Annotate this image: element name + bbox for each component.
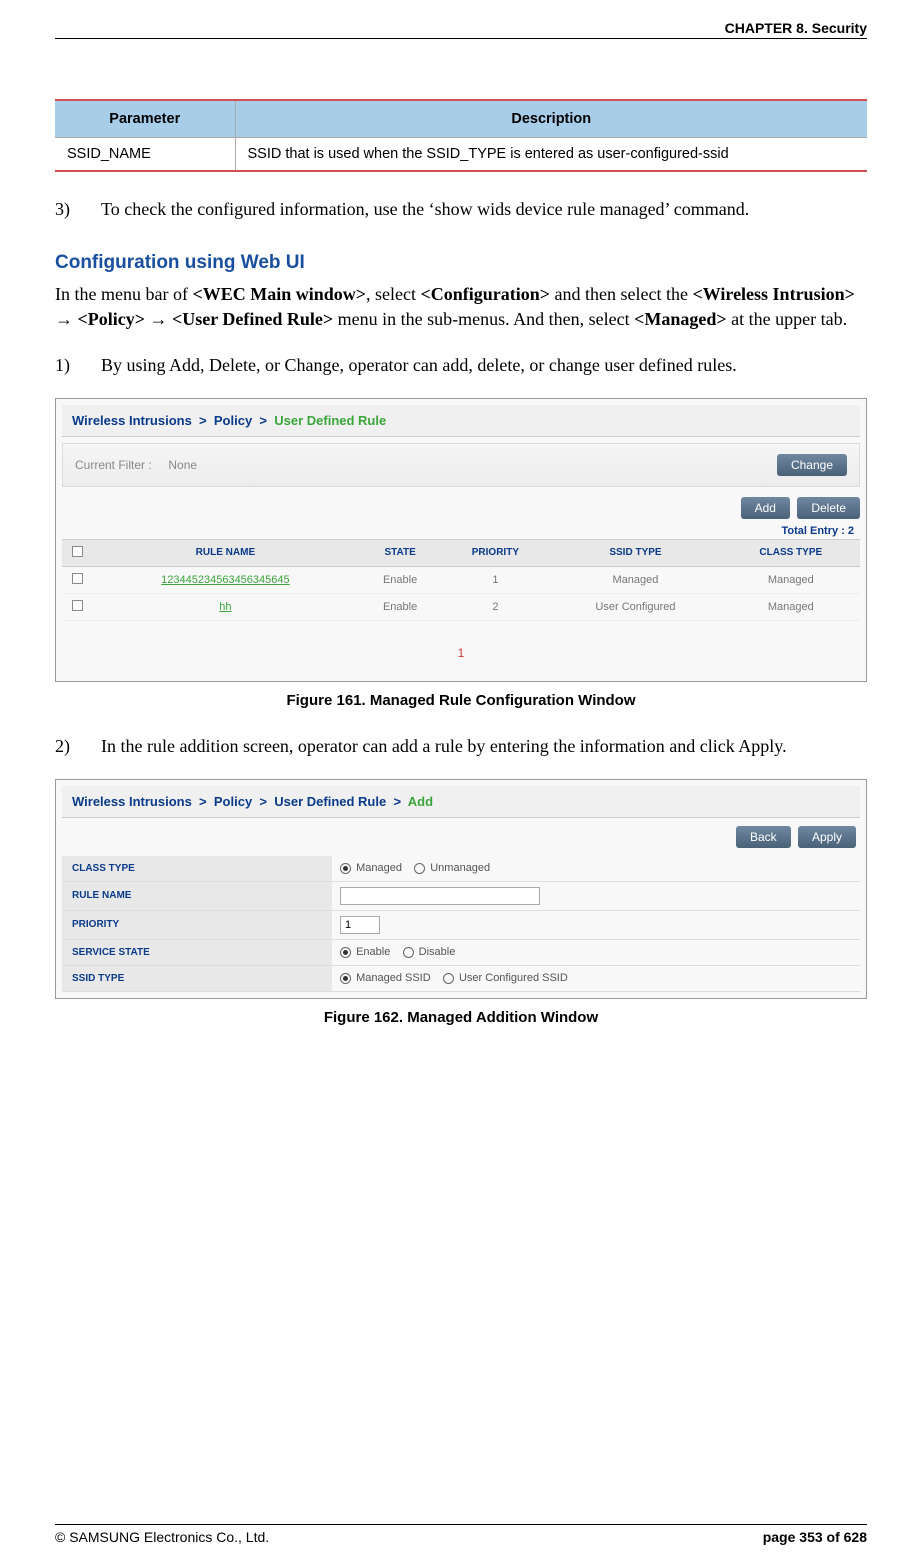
- figure-caption-1: Figure 161. Managed Rule Configuration W…: [55, 692, 867, 709]
- table-row: SSID_NAME SSID that is used when the SSI…: [55, 138, 867, 172]
- radio-icon[interactable]: [414, 863, 425, 874]
- step-2: 2) In the rule addition screen, operator…: [55, 734, 867, 759]
- col-checkbox[interactable]: [62, 539, 92, 566]
- radio-icon[interactable]: [340, 973, 351, 984]
- filter-value: None: [168, 458, 197, 472]
- cell-desc: SSID that is used when the SSID_TYPE is …: [235, 138, 867, 172]
- label-ssidtype: SSID TYPE: [62, 965, 332, 991]
- radio-icon[interactable]: [443, 973, 454, 984]
- breadcrumb: Wireless Intrusions > Policy > User Defi…: [62, 405, 860, 437]
- screenshot-managed-add: Wireless Intrusions > Policy > User Defi…: [55, 779, 867, 999]
- rule-link[interactable]: 123445234563456345645: [92, 566, 359, 593]
- priority-input[interactable]: [340, 916, 380, 934]
- page-number: page 353 of 628: [763, 1529, 867, 1545]
- section-heading: Configuration using Web UI: [55, 252, 867, 274]
- col-description: Description: [235, 100, 867, 138]
- rules-table: RULE NAME STATE PRIORITY SSID TYPE CLASS…: [62, 539, 860, 621]
- rulename-input[interactable]: [340, 887, 540, 905]
- filter-row: Current Filter : None Change: [62, 443, 860, 487]
- step-text: In the rule addition screen, operator ca…: [101, 734, 787, 759]
- step-text: By using Add, Delete, or Change, operato…: [101, 353, 737, 378]
- step-number: 1): [55, 353, 83, 378]
- apply-button[interactable]: Apply: [798, 826, 856, 848]
- col-priority: PRIORITY: [441, 539, 549, 566]
- add-form-table: CLASS TYPE Managed Unmanaged RULE NAME P…: [62, 856, 860, 992]
- copyright: © SAMSUNG Electronics Co., Ltd.: [55, 1529, 269, 1545]
- checkbox-icon[interactable]: [72, 573, 83, 584]
- label-classtype: CLASS TYPE: [62, 856, 332, 882]
- back-button[interactable]: Back: [736, 826, 791, 848]
- label-priority: PRIORITY: [62, 910, 332, 939]
- chapter-label: CHAPTER 8. Security: [725, 20, 867, 36]
- action-row: Add Delete: [62, 493, 860, 523]
- step-3: 3) To check the configured information, …: [55, 197, 867, 222]
- step-text: To check the configured information, use…: [101, 197, 749, 222]
- label-rulename: RULE NAME: [62, 881, 332, 910]
- col-rulename: RULE NAME: [92, 539, 359, 566]
- change-button[interactable]: Change: [777, 454, 847, 476]
- checkbox-icon[interactable]: [72, 600, 83, 611]
- col-state: STATE: [359, 539, 442, 566]
- total-entry: Total Entry : 2: [62, 523, 860, 539]
- table-row: 123445234563456345645 Enable 1 Managed M…: [62, 566, 860, 593]
- table-row: hh Enable 2 User Configured Managed: [62, 593, 860, 620]
- cell-param: SSID_NAME: [55, 138, 235, 172]
- col-parameter: Parameter: [55, 100, 235, 138]
- delete-button[interactable]: Delete: [797, 497, 860, 519]
- add-button[interactable]: Add: [741, 497, 790, 519]
- rule-link[interactable]: hh: [92, 593, 359, 620]
- col-classtype: CLASS TYPE: [722, 539, 860, 566]
- pager[interactable]: 1: [62, 621, 860, 675]
- step-number: 3): [55, 197, 83, 222]
- parameter-table: Parameter Description SSID_NAME SSID tha…: [55, 99, 867, 172]
- page-footer: © SAMSUNG Electronics Co., Ltd. page 353…: [55, 1524, 867, 1545]
- radio-icon[interactable]: [403, 947, 414, 958]
- breadcrumb: Wireless Intrusions > Policy > User Defi…: [62, 786, 860, 818]
- screenshot-managed-rule-list: Wireless Intrusions > Policy > User Defi…: [55, 398, 867, 682]
- filter-label: Current Filter :: [75, 458, 152, 472]
- intro-paragraph: In the menu bar of <WEC Main window>, se…: [55, 282, 867, 332]
- figure-caption-2: Figure 162. Managed Addition Window: [55, 1009, 867, 1026]
- step-1: 1) By using Add, Delete, or Change, oper…: [55, 353, 867, 378]
- col-ssidtype: SSID TYPE: [549, 539, 721, 566]
- radio-icon[interactable]: [340, 863, 351, 874]
- page-header: CHAPTER 8. Security: [55, 20, 867, 39]
- checkbox-icon[interactable]: [72, 546, 83, 557]
- step-number: 2): [55, 734, 83, 759]
- radio-icon[interactable]: [340, 947, 351, 958]
- label-servicestate: SERVICE STATE: [62, 939, 332, 965]
- action-row: Back Apply: [62, 818, 860, 856]
